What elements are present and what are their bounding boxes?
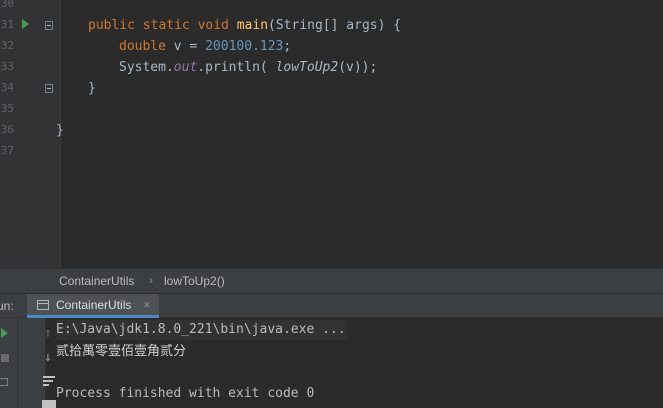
fold-icon[interactable] — [45, 21, 53, 30]
console-exit-line: Process finished with exit code 0 — [56, 386, 315, 401]
code-text: ; — [283, 39, 292, 54]
code-number: 200100.123 — [205, 39, 284, 54]
code-field: out — [173, 60, 198, 75]
console-actions-strip: ↑ ↓ — [18, 318, 56, 408]
run-console[interactable]: ↑ ↓ E:\Java\jdk1.8.0_221\bin\java.exe ..… — [0, 318, 663, 408]
line-number: 32 — [0, 39, 14, 52]
run-gutter-button[interactable] — [0, 19, 30, 30]
scroll-to-end-icon[interactable] — [42, 400, 56, 408]
line-number: 36 — [0, 123, 14, 136]
arrow-up-icon[interactable]: ↑ — [44, 326, 52, 341]
editor-gutter: 30 31 32 33 34 35 36 37 — [0, 0, 60, 268]
code-text: .println( — [197, 60, 276, 75]
code-text: (String[] args) { — [268, 18, 402, 33]
code-line-31: public static void main(String[] args) { — [88, 15, 401, 36]
soft-wrap-icon[interactable] — [43, 376, 55, 386]
code-call: lowToUp2 — [275, 60, 339, 75]
code-line-33: System.out.println( lowToUp2(v)); — [119, 57, 377, 78]
code-keyword: public static void — [88, 18, 237, 33]
rerun-icon[interactable] — [1, 328, 8, 338]
line-number: 34 — [0, 81, 14, 94]
fold-icon[interactable] — [45, 84, 53, 93]
code-text: System. — [119, 60, 174, 75]
run-tab-label: ContainerUtils — [56, 298, 132, 312]
close-icon[interactable]: × — [143, 297, 151, 312]
line-number: 33 — [0, 60, 14, 73]
code-text: v = — [165, 39, 206, 54]
run-tab-containerutils[interactable]: ContainerUtils × — [27, 294, 159, 318]
run-icon — [22, 19, 29, 29]
run-toolbar: un: ContainerUtils × — [0, 293, 663, 318]
code-line-36: } — [56, 123, 64, 138]
code-editor[interactable]: 30 31 32 33 34 35 36 37 public static vo… — [0, 0, 663, 268]
code-text: (v)); — [338, 60, 378, 75]
console-output-line: 贰拾萬零壹佰壹角贰分 — [56, 344, 187, 359]
code-method: main — [236, 18, 269, 33]
code-line-34: } — [88, 81, 96, 96]
arrow-down-icon[interactable]: ↓ — [44, 350, 52, 365]
camera-icon[interactable] — [0, 378, 8, 386]
breadcrumb-separator-icon: › — [149, 273, 153, 287]
line-number: 30 — [0, 0, 14, 10]
breadcrumb-class[interactable]: ContainerUtils — [59, 274, 134, 288]
console-command-line: E:\Java\jdk1.8.0_221\bin\java.exe ... — [56, 320, 346, 340]
breadcrumb: ContainerUtils › lowToUp2() — [0, 268, 663, 293]
run-panel-label: un: — [0, 299, 14, 313]
line-number: 37 — [0, 144, 14, 157]
code-keyword: double — [119, 39, 166, 54]
run-actions-strip — [0, 318, 18, 408]
console-icon — [37, 300, 49, 310]
breadcrumb-method[interactable]: lowToUp2() — [164, 274, 225, 288]
code-line-32: double v = 200100.123; — [119, 36, 291, 57]
stop-icon[interactable] — [1, 354, 9, 362]
line-number: 35 — [0, 102, 14, 115]
